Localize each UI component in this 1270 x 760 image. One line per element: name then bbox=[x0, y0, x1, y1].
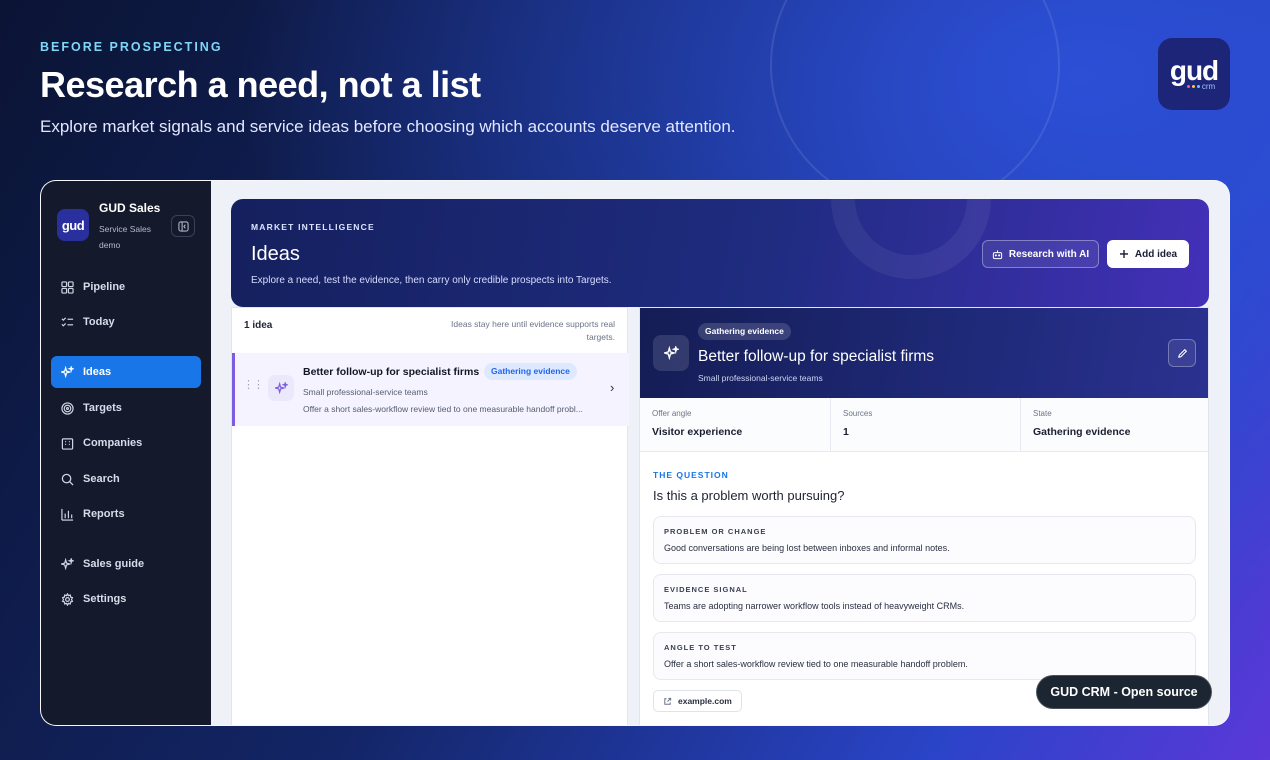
evidence-card: EVIDENCE SIGNAL Teams are adopting narro… bbox=[653, 574, 1196, 622]
hero-eyebrow: BEFORE PROSPECTING bbox=[40, 40, 223, 54]
pencil-icon bbox=[1177, 348, 1187, 358]
sidebar-item-reports[interactable]: Reports bbox=[51, 498, 201, 530]
banner-decoration bbox=[831, 199, 991, 279]
detail-title: Better follow-up for specialist firms bbox=[698, 348, 935, 365]
app-window: gud GUD Sales Service Sales demo Pipelin… bbox=[40, 180, 1230, 726]
ideas-banner: MARKET INTELLIGENCE Ideas Explore a need… bbox=[231, 199, 1209, 307]
ideas-list-note: Ideas stay here until evidence supports … bbox=[451, 319, 615, 342]
sidebar-item-label: Targets bbox=[83, 402, 122, 414]
sparkle-icon bbox=[61, 557, 74, 570]
sidebar-item-label: Sales guide bbox=[83, 558, 145, 570]
chevron-right-icon: › bbox=[610, 380, 615, 395]
question-text: Is this a problem worth pursuing? bbox=[653, 488, 845, 503]
detail-header: Gathering evidence Better follow-up for … bbox=[640, 308, 1208, 398]
page-title: Ideas bbox=[251, 243, 300, 265]
sparkle-icon bbox=[268, 375, 294, 401]
building-icon bbox=[61, 437, 74, 450]
checklist-icon bbox=[61, 316, 74, 327]
sidebar: gud GUD Sales Service Sales demo Pipelin… bbox=[41, 181, 211, 725]
background-decoration bbox=[770, 0, 1060, 210]
brand-logo: gud crm bbox=[1158, 38, 1230, 110]
sidebar-item-label: Companies bbox=[83, 437, 143, 449]
search-icon bbox=[61, 473, 74, 486]
open-source-badge[interactable]: GUD CRM - Open source bbox=[1036, 675, 1212, 709]
card-text: Good conversations are being lost betwee… bbox=[664, 543, 950, 553]
workspace-name: GUD Sales bbox=[99, 201, 161, 215]
collapse-sidebar-button[interactable] bbox=[171, 215, 195, 237]
sidebar-item-label: Reports bbox=[83, 508, 125, 520]
card-label: ANGLE TO TEST bbox=[664, 643, 737, 652]
fact-value: Gathering evidence bbox=[1033, 426, 1131, 438]
sidebar-item-label: Today bbox=[83, 316, 115, 328]
detail-subtitle: Small professional-service teams bbox=[698, 373, 823, 383]
hero-subtitle: Explore market signals and service ideas… bbox=[40, 117, 736, 136]
card-text: Teams are adopting narrower workflow too… bbox=[664, 601, 965, 611]
gear-icon bbox=[61, 592, 74, 606]
angle-card: ANGLE TO TEST Offer a short sales-workfl… bbox=[653, 632, 1196, 680]
workspace-logo: gud bbox=[57, 209, 89, 241]
fact-offer-angle: Offer angle Visitor experience bbox=[640, 398, 830, 452]
drag-handle-icon[interactable]: ⋮⋮ bbox=[243, 380, 264, 391]
fact-label: Sources bbox=[843, 409, 873, 418]
sidebar-item-ideas[interactable]: Ideas bbox=[51, 356, 201, 388]
sidebar-item-sales-guide[interactable]: Sales guide bbox=[51, 548, 201, 580]
sidebar-item-companies[interactable]: Companies bbox=[51, 427, 201, 459]
sidebar-item-today[interactable]: Today bbox=[51, 306, 201, 338]
research-with-ai-label: Research with AI bbox=[1008, 248, 1090, 260]
sparkle-icon bbox=[653, 335, 689, 371]
card-label: PROBLEM OR CHANGE bbox=[664, 527, 767, 536]
research-with-ai-button[interactable]: Research with AI bbox=[982, 240, 1099, 268]
external-link-icon bbox=[664, 697, 672, 705]
plus-icon bbox=[1119, 250, 1128, 258]
edit-idea-button[interactable] bbox=[1168, 339, 1196, 367]
sidebar-item-targets[interactable]: Targets bbox=[51, 392, 201, 424]
add-idea-label: Add idea bbox=[1134, 248, 1178, 260]
card-label: EVIDENCE SIGNAL bbox=[664, 585, 748, 594]
fact-label: State bbox=[1033, 409, 1052, 418]
sidebar-item-settings[interactable]: Settings bbox=[51, 583, 201, 615]
sidebar-item-label: Ideas bbox=[83, 366, 112, 378]
source-label: example.com bbox=[678, 696, 732, 706]
problem-card: PROBLEM OR CHANGE Good conversations are… bbox=[653, 516, 1196, 564]
idea-description: Offer a short sales-workflow review tied… bbox=[303, 404, 583, 414]
list-item[interactable]: ⋮⋮ Better follow-up for specialist firms… bbox=[232, 353, 629, 426]
sparkle-icon bbox=[61, 365, 74, 378]
fact-label: Offer angle bbox=[652, 409, 692, 418]
workspace-subtitle: Service Sales demo bbox=[99, 224, 151, 250]
main-content: MARKET INTELLIGENCE Ideas Explore a need… bbox=[211, 181, 1229, 725]
add-idea-button[interactable]: Add idea bbox=[1107, 240, 1189, 268]
target-icon bbox=[61, 401, 74, 415]
card-text: Offer a short sales-workflow review tied… bbox=[664, 659, 968, 669]
sidebar-item-label: Settings bbox=[83, 593, 127, 605]
source-link[interactable]: example.com bbox=[653, 690, 742, 712]
grid-icon bbox=[61, 280, 74, 294]
fact-state: State Gathering evidence bbox=[1020, 398, 1208, 452]
sidebar-item-pipeline[interactable]: Pipeline bbox=[51, 271, 201, 303]
sidebar-item-search[interactable]: Search bbox=[51, 463, 201, 495]
ideas-list-panel: 1 idea Ideas stay here until evidence su… bbox=[231, 307, 629, 725]
page-subtitle: Explore a need, test the evidence, then … bbox=[251, 275, 612, 286]
fact-value: Visitor experience bbox=[652, 426, 743, 438]
status-badge: Gathering evidence bbox=[484, 363, 577, 380]
bar-chart-icon bbox=[61, 508, 74, 521]
fact-sources: Sources 1 bbox=[830, 398, 1020, 452]
brand-logo-text: gud bbox=[1169, 54, 1219, 86]
sidebar-item-label: Pipeline bbox=[83, 281, 126, 293]
robot-icon bbox=[992, 249, 1003, 259]
banner-eyebrow: MARKET INTELLIGENCE bbox=[251, 222, 375, 232]
idea-title: Better follow-up for specialist firms bbox=[303, 366, 480, 378]
sidebar-collapse-icon bbox=[177, 220, 189, 232]
sidebar-item-label: Search bbox=[83, 473, 120, 485]
question-eyebrow: THE QUESTION bbox=[653, 470, 729, 480]
idea-detail-panel: Gathering evidence Better follow-up for … bbox=[639, 307, 1209, 725]
idea-facts: Offer angle Visitor experience Sources 1… bbox=[640, 398, 1208, 452]
fact-value: 1 bbox=[843, 426, 849, 438]
hero-title: Research a need, not a list bbox=[40, 64, 481, 105]
status-badge: Gathering evidence bbox=[698, 323, 791, 340]
idea-audience: Small professional-service teams bbox=[303, 387, 428, 397]
brand-logo-sub: crm bbox=[1186, 82, 1215, 91]
ideas-count: 1 idea bbox=[244, 320, 273, 331]
